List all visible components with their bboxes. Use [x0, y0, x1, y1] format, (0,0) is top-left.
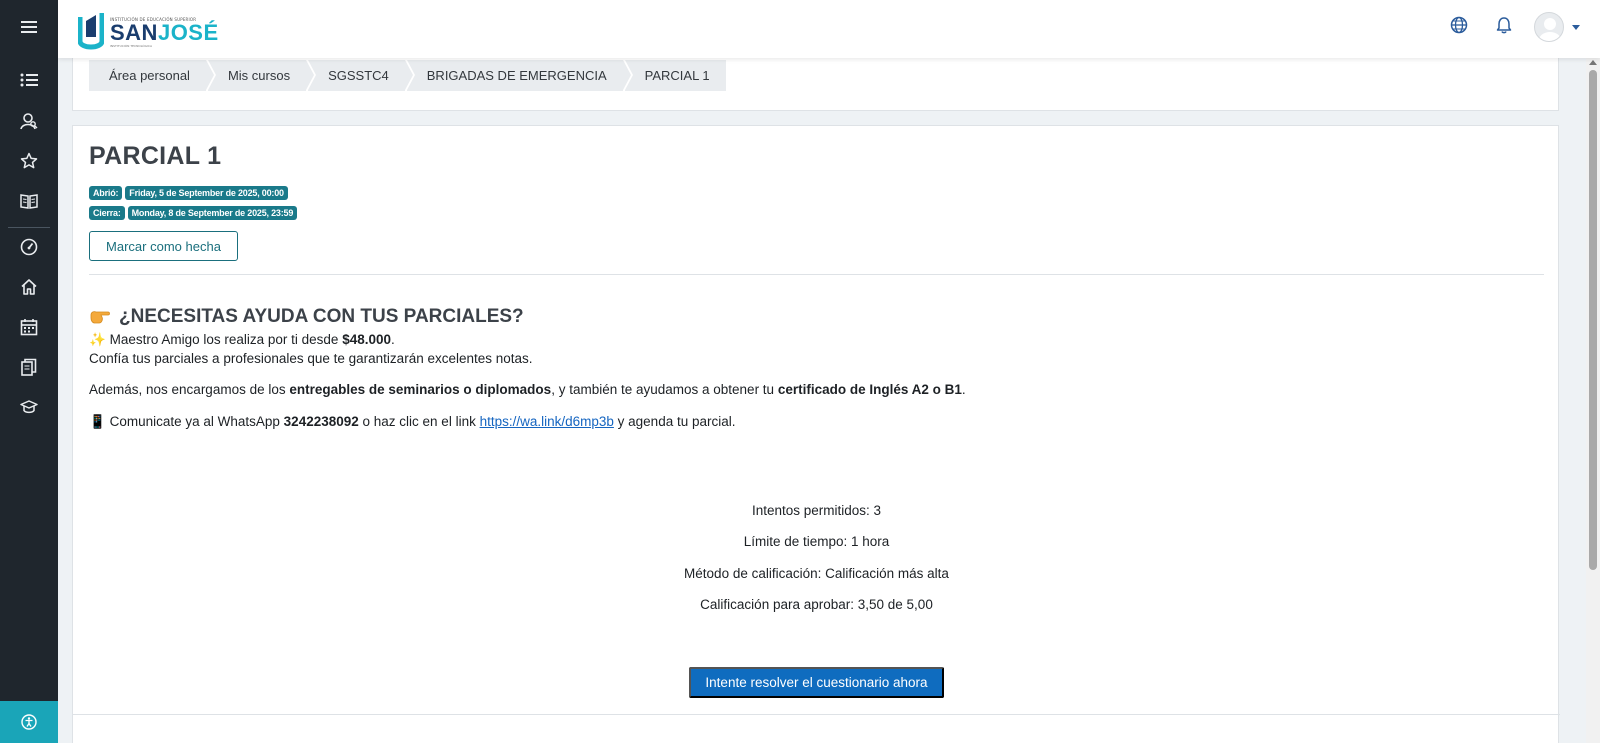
logo-wordmark: SANJOSÉ — [110, 19, 219, 45]
breadcrumb-item-current[interactable]: PARCIAL 1 — [624, 60, 726, 91]
language-globe-icon[interactable] — [1450, 16, 1468, 38]
home-icon[interactable] — [0, 272, 58, 302]
institution-logo[interactable]: INSTITUCIÓN DE EDUCACIÓN SUPERIOR SANJOS… — [78, 10, 219, 54]
book-icon[interactable] — [0, 186, 58, 216]
pointing-hand-icon — [90, 311, 110, 324]
quiz-grading-method-info: Método de calificación: Calificación más… — [684, 566, 949, 581]
breadcrumb-item-section[interactable]: BRIGADAS DE EMERGENCIA — [406, 60, 633, 91]
rail-separator — [8, 227, 50, 228]
closes-date-badge: Monday, 8 de September de 2025, 23:59 — [127, 206, 298, 220]
promo-line-services: Además, nos encargamos de los entregable… — [89, 382, 966, 397]
quiz-time-limit-info: Límite de tiempo: 1 hora — [743, 534, 890, 549]
left-navigation-rail — [0, 0, 58, 743]
whatsapp-number: 3242238092 — [283, 414, 359, 429]
list-icon[interactable] — [0, 65, 58, 95]
logo-tiny-caption: INSTITUCIÓN TECNOLÓGICA — [110, 43, 153, 48]
accessibility-icon[interactable] — [0, 701, 58, 743]
opened-date-badge: Friday, 5 de September de 2025, 00:00 — [125, 186, 288, 200]
quiz-attempts-info: Intentos permitidos: 3 — [751, 503, 882, 518]
dashboard-gauge-icon[interactable] — [0, 232, 58, 262]
breadcrumb-item-course[interactable]: SGSSTC4 — [308, 60, 415, 91]
breadcrumb-item-area-personal[interactable]: Área personal — [89, 60, 216, 91]
promo-heading: ¿NECESITAS AYUDA CON TUS PARCIALES? — [89, 306, 524, 328]
promo-line-whatsapp: 📱 Comunicate ya al WhatsApp 3242238092 o… — [89, 414, 736, 429]
open-date-row: Abrió: Friday, 5 de September de 2025, 0… — [89, 186, 288, 200]
page-title: PARCIAL 1 — [89, 142, 222, 170]
closes-label-badge: Cierra: — [89, 206, 125, 220]
sparkles-icon: ✨ — [89, 332, 106, 347]
notification-bell-icon[interactable] — [1496, 16, 1512, 38]
logo-mark-icon — [78, 13, 104, 50]
page-scrollbar[interactable] — [1586, 58, 1600, 743]
promo-line-price: ✨ Maestro Amigo los realiza por ti desde… — [89, 332, 395, 347]
quiz-pass-grade-info: Calificación para aprobar: 3,50 de 5,00 — [700, 597, 933, 612]
breadcrumb-item-mis-cursos[interactable]: Mis cursos — [207, 60, 317, 91]
user-menu-caret[interactable] — [1572, 24, 1580, 30]
star-icon[interactable] — [0, 146, 58, 176]
top-navbar: INSTITUCIÓN DE EDUCACIÓN SUPERIOR SANJOS… — [58, 0, 1600, 58]
close-date-row: Cierra: Monday, 8 de September de 2025, … — [89, 206, 298, 220]
promo-price: $48.000 — [342, 332, 392, 347]
whatsapp-link[interactable]: https://wa.link/d6mp3b — [480, 414, 614, 429]
mark-as-done-button[interactable]: Marcar como hecha — [89, 231, 238, 261]
scrollbar-thumb[interactable] — [1589, 70, 1597, 570]
graduation-cap-icon[interactable] — [0, 392, 58, 422]
breadcrumb-card: Área personal Mis cursos SGSSTC4 BRIGADA… — [72, 52, 1559, 111]
opened-label-badge: Abrió: — [89, 186, 123, 200]
breadcrumb: Área personal Mis cursos SGSSTC4 BRIGADA… — [89, 60, 728, 91]
scroll-up-arrow-icon[interactable] — [1589, 60, 1597, 65]
user-search-icon[interactable] — [0, 106, 58, 136]
quiz-main-card: PARCIAL 1 Abrió: Friday, 5 de September … — [72, 125, 1560, 743]
courses-icon[interactable] — [0, 352, 58, 382]
calendar-icon[interactable] — [0, 312, 58, 342]
section-divider — [89, 274, 1544, 275]
bottom-divider — [73, 714, 1560, 715]
start-quiz-button[interactable]: Intente resolver el cuestionario ahora — [689, 667, 944, 698]
promo-line-confia: Confía tus parciales a profesionales que… — [89, 351, 533, 366]
menu-icon[interactable] — [0, 12, 58, 42]
user-avatar[interactable] — [1534, 12, 1564, 42]
phone-icon: 📱 — [89, 414, 106, 429]
